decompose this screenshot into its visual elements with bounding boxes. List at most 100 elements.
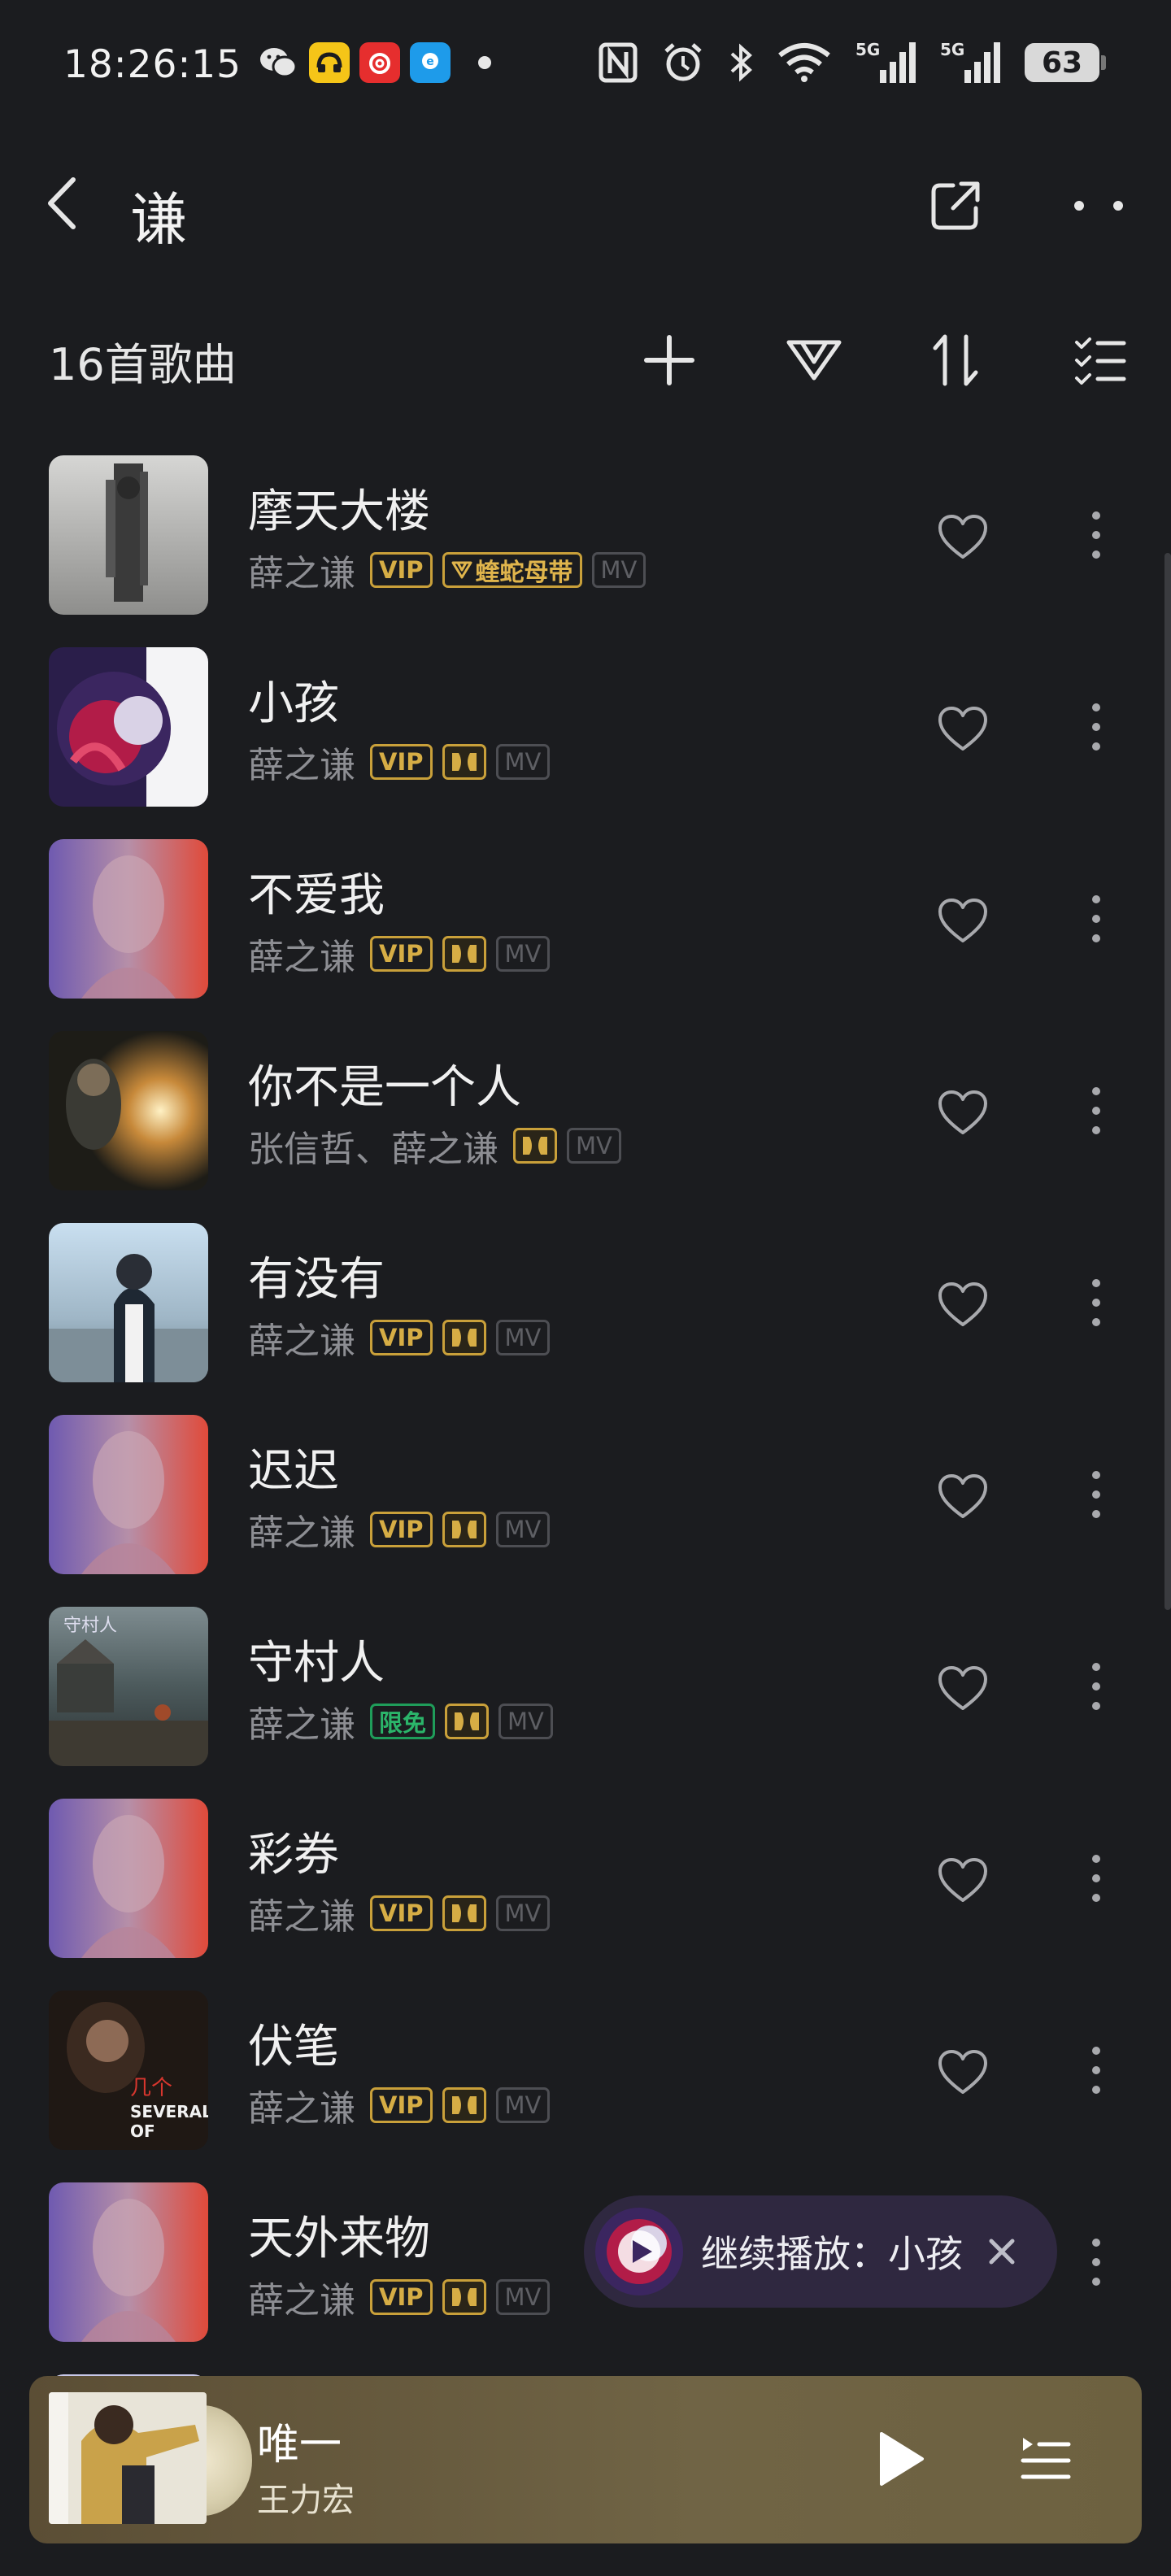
more-vertical-icon <box>1092 2047 1100 2094</box>
heart-icon <box>938 707 987 751</box>
song-artist: 薛之谦 <box>248 745 355 786</box>
song-title: 摩天大楼 <box>248 485 430 538</box>
more-vertical-icon <box>1092 1663 1100 1710</box>
song-row[interactable]: 彩券 薛之谦 VIP MV <box>0 1782 1171 1974</box>
status-bar: 18:26:15 e 5G 5G 63 <box>0 0 1171 130</box>
dolby-icon <box>455 1712 480 1730</box>
free-limited-badge: 限免 <box>370 1704 436 1739</box>
song-count: 16首歌曲 <box>49 339 237 390</box>
scrollbar[interactable] <box>1164 553 1171 1610</box>
song-more-button[interactable] <box>1065 1839 1127 1917</box>
status-time: 18:26:15 <box>63 42 242 87</box>
like-button[interactable] <box>929 2038 997 2106</box>
song-more-button[interactable] <box>1065 1264 1127 1342</box>
album-cover: 几个 SEVERAL OF <box>49 1991 208 2150</box>
close-continue-button[interactable] <box>977 2227 1026 2276</box>
page-title: 谦 <box>130 186 187 253</box>
song-more-button[interactable] <box>1065 2223 1127 2301</box>
chevron-left-icon <box>48 177 76 229</box>
song-more-button[interactable] <box>1065 1647 1127 1725</box>
svg-text:e: e <box>426 55 434 68</box>
mini-player[interactable]: 唯一 王力宏 <box>29 2376 1142 2543</box>
mv-badge[interactable]: MV <box>495 2279 551 2315</box>
vip-badge: VIP <box>370 552 433 588</box>
song-meta: 薛之谦 VIP MV <box>248 2275 551 2321</box>
mv-badge[interactable]: MV <box>495 936 551 972</box>
mv-badge[interactable]: MV <box>498 1704 553 1739</box>
add-songs-button[interactable] <box>633 324 706 397</box>
now-playing-cover <box>49 2392 207 2524</box>
song-artist: 薛之谦 <box>248 553 355 594</box>
song-more-button[interactable] <box>1065 496 1127 574</box>
continue-playing-pill[interactable]: 继续播放：小孩 <box>584 2195 1057 2308</box>
song-artist: 薛之谦 <box>248 1896 355 1938</box>
like-button[interactable] <box>929 1846 997 1914</box>
like-button[interactable] <box>929 1270 997 1338</box>
song-row[interactable]: 有没有 薛之谦 VIP MV <box>0 1207 1171 1399</box>
back-button[interactable] <box>29 171 94 236</box>
song-row[interactable]: 小孩 薛之谦 VIP MV <box>0 631 1171 823</box>
download-button[interactable] <box>777 324 851 397</box>
like-button[interactable] <box>929 1462 997 1530</box>
song-row[interactable]: 你不是一个人 张信哲、薛之谦 MV <box>0 1015 1171 1207</box>
like-button[interactable] <box>929 1654 997 1722</box>
more-vertical-icon <box>1092 1087 1100 1134</box>
song-more-button[interactable] <box>1065 1072 1127 1150</box>
song-title: 天外来物 <box>248 2213 430 2265</box>
play-button[interactable] <box>860 2418 942 2500</box>
song-row[interactable]: 摩天大楼 薛之谦 VIP 蝰蛇母带 MV <box>0 439 1171 631</box>
song-meta: 张信哲、薛之谦 MV <box>248 1124 621 1170</box>
nfc-icon <box>599 39 638 86</box>
mv-badge[interactable]: MV <box>495 2087 551 2123</box>
song-title: 你不是一个人 <box>248 1061 521 1114</box>
svg-text:5G: 5G <box>855 41 880 59</box>
notification-icons: e <box>257 42 491 83</box>
song-title: 不爱我 <box>248 869 385 922</box>
song-more-button[interactable] <box>1065 1456 1127 1534</box>
list-toolbar: 16首歌曲 <box>0 309 1171 407</box>
sort-button[interactable] <box>919 324 992 397</box>
share-button[interactable] <box>921 171 990 241</box>
song-row[interactable]: 不爱我 薛之谦 VIP MV <box>0 823 1171 1015</box>
mv-badge[interactable]: MV <box>591 552 646 588</box>
dolby-icon <box>451 945 477 963</box>
more-vertical-icon <box>1092 1855 1100 1902</box>
song-more-button[interactable] <box>1065 2031 1127 2109</box>
song-more-button[interactable] <box>1065 688 1127 766</box>
playlist-queue-button[interactable] <box>1005 2418 1086 2500</box>
cover-text-jige: 几个 <box>130 2076 172 2100</box>
dolby-badge <box>442 1895 486 1931</box>
mv-badge[interactable]: MV <box>567 1128 621 1164</box>
queue-list-icon <box>1021 2438 1071 2479</box>
song-title: 伏笔 <box>248 2021 339 2073</box>
song-row[interactable]: 几个 SEVERAL OF 伏笔 薛之谦 VIP MV <box>0 1974 1171 2166</box>
like-button[interactable] <box>929 1078 997 1147</box>
play-icon <box>880 2432 924 2486</box>
dolby-icon <box>451 2288 477 2306</box>
multi-select-button[interactable] <box>1064 324 1137 397</box>
song-more-button[interactable] <box>1065 880 1127 958</box>
mv-badge[interactable]: MV <box>495 744 551 780</box>
dolby-badge <box>442 1320 486 1355</box>
like-button[interactable] <box>929 694 997 763</box>
dolby-icon <box>451 753 477 771</box>
mv-badge[interactable]: MV <box>495 1512 551 1547</box>
album-cover <box>49 1031 208 1190</box>
more-vertical-icon <box>1092 1279 1100 1326</box>
signal-5g-icon: 5G <box>855 39 916 86</box>
like-button[interactable] <box>929 503 997 571</box>
song-list-page: 18:26:15 e 5G 5G 63 谦 16首歌曲 摩天大楼 薛之谦 VIP… <box>0 0 1171 2576</box>
cover-text-several: SEVERAL <box>130 2102 208 2121</box>
song-row[interactable]: 迟迟 薛之谦 VIP MV <box>0 1399 1171 1590</box>
like-button[interactable] <box>929 886 997 955</box>
now-playing-artist: 王力宏 <box>257 2482 355 2519</box>
more-options-button[interactable] <box>1062 171 1135 241</box>
song-row[interactable]: 守村人 守村人 薛之谦 限免 MV <box>0 1590 1171 1782</box>
heart-icon <box>938 515 987 559</box>
mv-badge[interactable]: MV <box>495 1320 551 1355</box>
mv-badge[interactable]: MV <box>495 1895 551 1931</box>
song-artist: 薛之谦 <box>248 937 355 978</box>
dolby-icon <box>451 1904 477 1922</box>
vip-badge: VIP <box>370 2279 433 2315</box>
dolby-badge <box>445 1704 490 1739</box>
